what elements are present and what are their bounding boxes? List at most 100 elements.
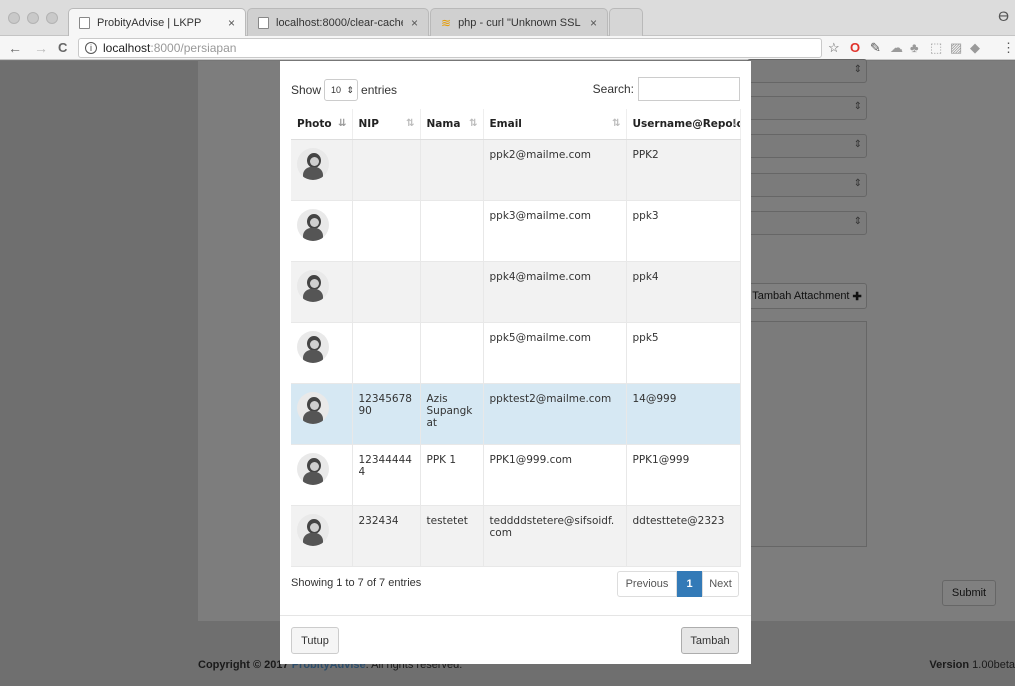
column-header-nip[interactable]: NIP ⇅ xyxy=(352,109,421,140)
stackoverflow-icon: ≋ xyxy=(441,15,452,30)
table-row[interactable]: ppk4@mailme.com ppk4 xyxy=(291,261,741,323)
sort-icon: ↓ xyxy=(731,118,740,129)
table-header-row: Photo ⇊ NIP ⇅ Nama ⇅ Email ⇅ Username@RepoId… xyxy=(291,109,741,140)
page-icon xyxy=(79,16,90,29)
speech-icon[interactable]: ◆ xyxy=(970,40,980,56)
username-cell: ppk5 xyxy=(626,322,741,384)
forward-icon[interactable]: → xyxy=(34,40,48,56)
browser-tab-stackoverflow[interactable]: ≋ php - curl "Unknown SSL proto × xyxy=(430,8,608,36)
table-row[interactable]: ppk3@mailme.com ppk3 xyxy=(291,200,741,262)
column-header-username[interactable]: Username@RepoId ↓ xyxy=(626,109,741,140)
maximize-window-icon[interactable] xyxy=(46,12,58,24)
minimize-window-icon[interactable] xyxy=(27,12,39,24)
nama-cell xyxy=(420,200,484,262)
search-input[interactable] xyxy=(638,77,740,101)
bookmark-star-icon[interactable]: ☆ xyxy=(828,40,840,56)
email-cell: teddddstetere@sifsoidf.com xyxy=(483,505,627,567)
close-tab-icon[interactable]: × xyxy=(411,16,418,30)
cloud-icon[interactable]: ☁ xyxy=(890,40,903,56)
column-header-photo[interactable]: Photo ⇊ xyxy=(291,109,353,140)
avatar xyxy=(297,330,329,363)
avatar xyxy=(297,269,329,302)
table-info: Showing 1 to 7 of 7 entries xyxy=(291,577,422,589)
nama-cell: testetet xyxy=(420,505,484,567)
sort-asc-icon: ⇊ xyxy=(338,118,347,129)
close-window-icon[interactable] xyxy=(8,12,20,24)
profile-icon[interactable]: ϴ xyxy=(998,8,1009,24)
tab-title: localhost:8000/clear-cache xyxy=(276,16,403,29)
table-row[interactable]: ppk2@mailme.com PPK2 xyxy=(291,139,741,201)
username-cell: PPK2 xyxy=(626,139,741,201)
eyedropper-icon[interactable]: ✎ xyxy=(870,40,881,56)
copyright-text: Copyright © 2017 xyxy=(198,659,289,671)
sort-icon: ⇅ xyxy=(469,118,478,129)
username-cell: ppk4 xyxy=(626,261,741,323)
background-select-4[interactable] xyxy=(747,211,867,235)
nip-cell xyxy=(352,139,421,201)
background-select-2[interactable] xyxy=(747,134,867,158)
page-1-button[interactable]: 1 xyxy=(677,571,702,597)
frame-icon[interactable]: ⬚ xyxy=(930,40,942,56)
avatar xyxy=(297,513,329,546)
next-page-button[interactable]: Next xyxy=(702,571,739,597)
previous-page-button[interactable]: Previous xyxy=(617,571,677,597)
version-value: 1.00beta xyxy=(972,659,1015,671)
image-icon[interactable]: ▨ xyxy=(950,40,962,56)
nama-cell xyxy=(420,322,484,384)
url-host: localhost xyxy=(103,41,151,55)
submit-button[interactable]: Submit xyxy=(942,580,996,606)
background-select-3[interactable] xyxy=(747,173,867,197)
nip-cell xyxy=(352,261,421,323)
extension-icon[interactable]: ♣ xyxy=(910,40,919,55)
close-tab-icon[interactable]: × xyxy=(228,16,235,30)
pagination: Previous 1 Next xyxy=(617,571,739,597)
nip-cell: 123444444 xyxy=(352,444,421,506)
background-select-1[interactable] xyxy=(747,96,867,120)
new-tab-button[interactable] xyxy=(609,8,643,36)
show-label: Show xyxy=(291,83,322,97)
nip-cell: 1234567890 xyxy=(352,383,421,445)
column-header-email[interactable]: Email ⇅ xyxy=(483,109,627,140)
add-attachment-button[interactable]: Tambah Attachment ✚ xyxy=(747,283,867,309)
add-button[interactable]: Tambah xyxy=(681,627,739,654)
nama-cell: PPK 1 xyxy=(420,444,484,506)
browser-toolbar: ← → C i localhost:8000/persiapan ☆ O ✎ ☁… xyxy=(0,36,1015,60)
page-length-select[interactable]: 10 xyxy=(324,79,359,101)
reload-icon[interactable]: C xyxy=(58,40,67,55)
nip-cell xyxy=(352,200,421,262)
modal-footer: Tutup Tambah xyxy=(280,615,751,664)
address-bar[interactable]: i localhost:8000/persiapan xyxy=(78,38,822,58)
table-row[interactable]: ppk5@mailme.com ppk5 xyxy=(291,322,741,384)
opera-extension-icon[interactable]: O xyxy=(850,40,860,55)
avatar xyxy=(297,147,329,180)
attachment-area[interactable] xyxy=(747,321,867,547)
email-cell: ppk3@mailme.com xyxy=(483,200,627,262)
username-cell: PPK1@999 xyxy=(626,444,741,506)
avatar xyxy=(297,452,329,485)
entries-label: entries xyxy=(361,83,398,97)
table-row[interactable]: 232434 testetet teddddstetere@sifsoidf.com… xyxy=(291,505,741,567)
browser-tab-strip: ProbityAdvise | LKPP × localhost:8000/cl… xyxy=(0,0,1015,36)
username-cell: ddtesttete@2323 xyxy=(626,505,741,567)
tab-title: php - curl "Unknown SSL proto xyxy=(458,16,582,29)
close-button[interactable]: Tutup xyxy=(291,627,339,654)
back-icon[interactable]: ← xyxy=(8,40,22,56)
user-picker-modal: Show 10 entries Search: Photo⇊ NIP⇅ Nama… xyxy=(280,61,751,664)
menu-icon[interactable]: ⋮ xyxy=(1002,40,1015,56)
email-cell: ppk5@mailme.com xyxy=(483,322,627,384)
column-header-nama[interactable]: Nama ⇅ xyxy=(420,109,484,140)
email-cell: ppk4@mailme.com xyxy=(483,261,627,323)
search-label: Search: xyxy=(592,82,634,96)
photo-cell xyxy=(291,444,353,506)
browser-tab-clear-cache[interactable]: localhost:8000/clear-cache × xyxy=(247,8,429,36)
background-input-field[interactable] xyxy=(747,59,867,83)
table-row[interactable]: 1234567890 Azis Supangkat ppktest2@mailme.… xyxy=(291,383,741,445)
close-tab-icon[interactable]: × xyxy=(590,16,597,30)
browser-tab-probity[interactable]: ProbityAdvise | LKPP × xyxy=(68,8,246,36)
photo-cell xyxy=(291,322,353,384)
photo-cell xyxy=(291,505,353,567)
table-row[interactable]: 123444444 PPK 1 PPK1@999.com PPK1@999 xyxy=(291,444,741,506)
url-path: :8000/persiapan xyxy=(150,41,237,55)
info-icon[interactable]: i xyxy=(85,42,97,54)
email-cell: ppktest2@mailme.com xyxy=(483,383,627,445)
